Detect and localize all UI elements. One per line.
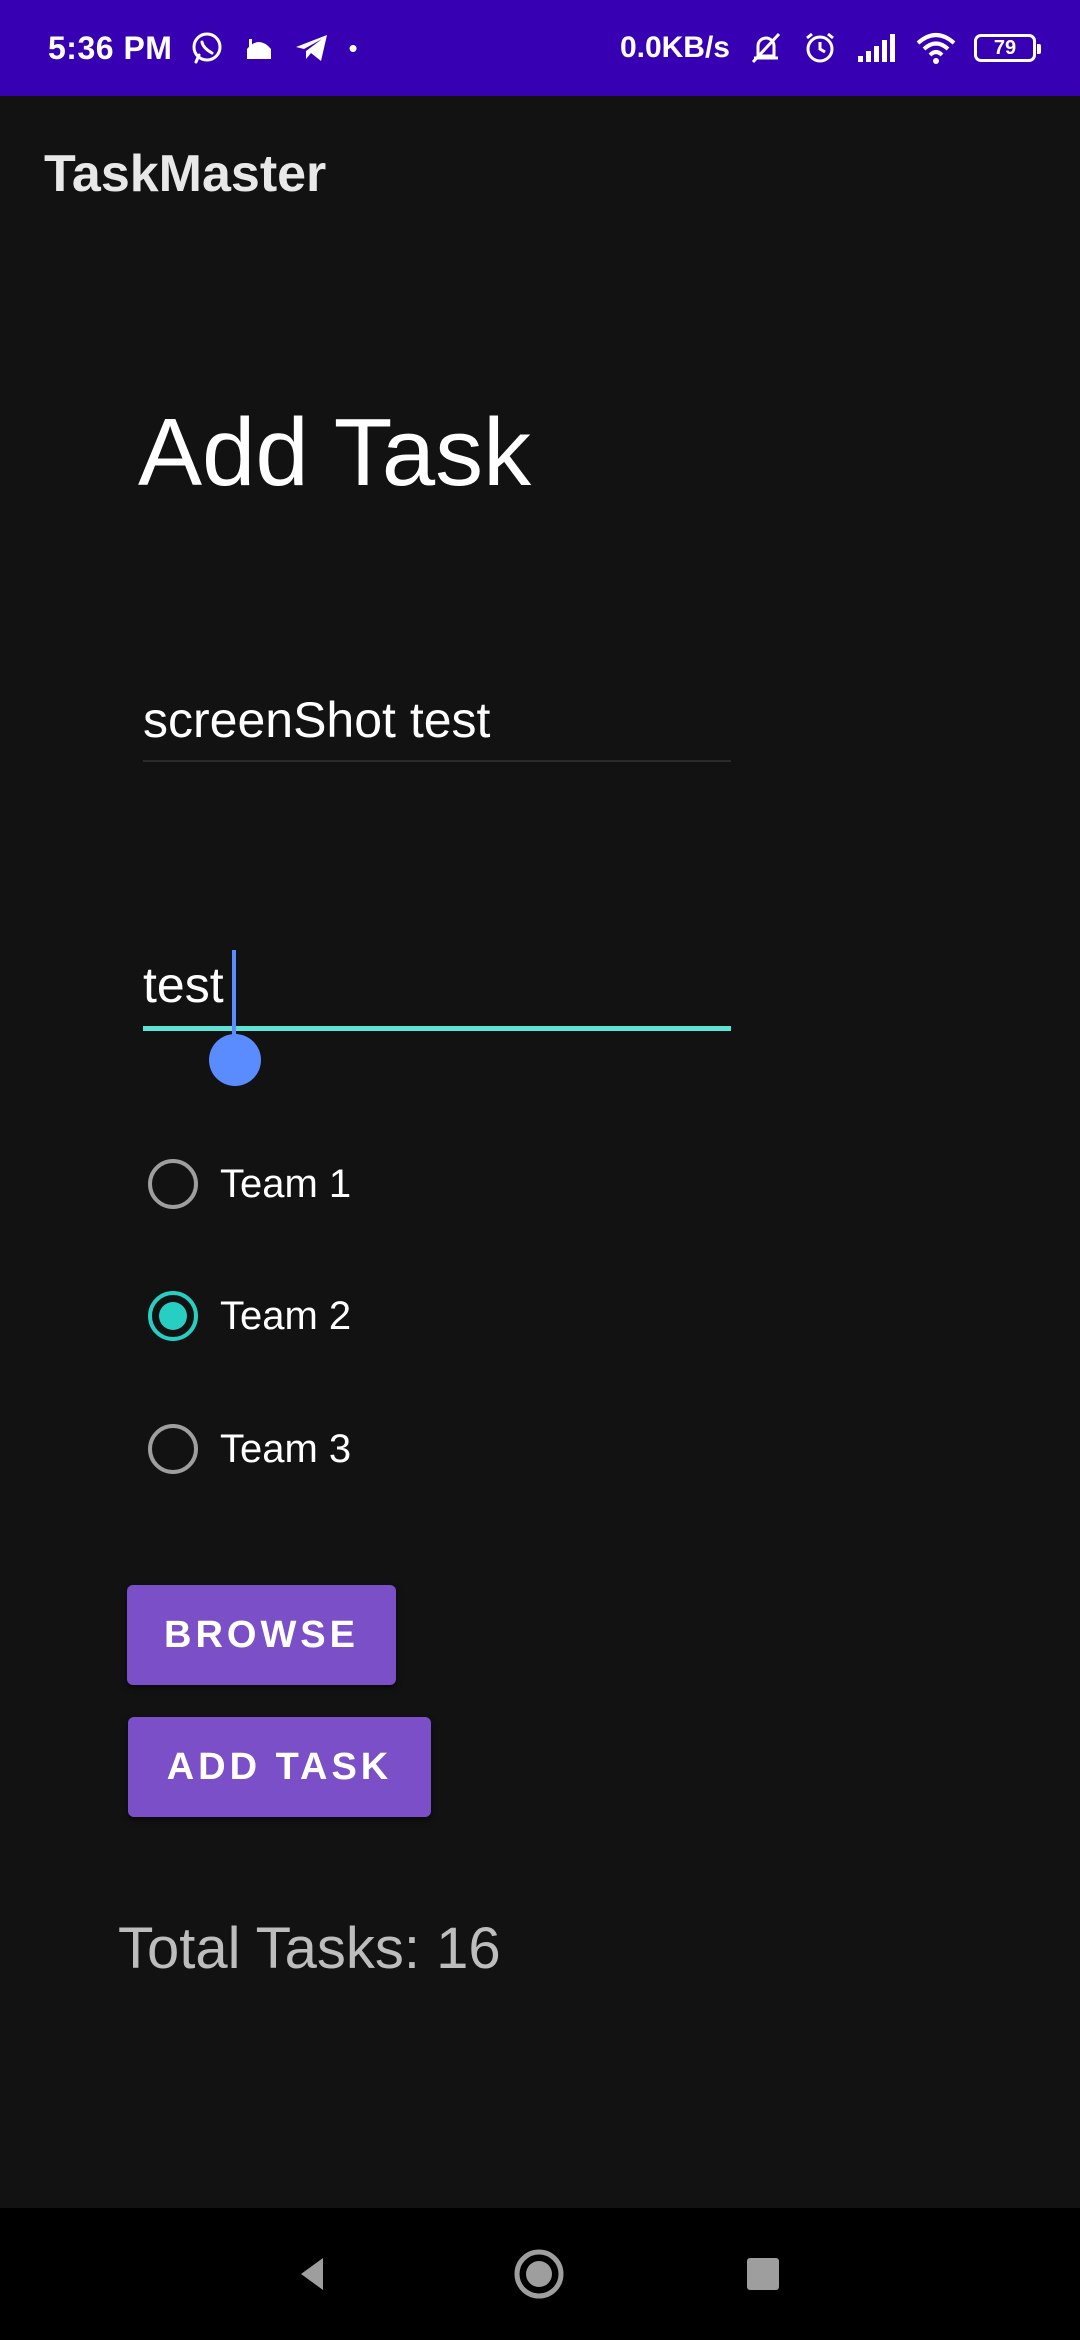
- status-time: 5:36 PM: [48, 29, 173, 66]
- team-2-label[interactable]: Team 2: [220, 1294, 351, 1339]
- more-dot-icon: •: [348, 32, 358, 63]
- status-right: 0.0KB/s 79: [619, 0, 1041, 96]
- battery-level: 79: [993, 36, 1017, 59]
- cursor-handle[interactable]: [209, 1034, 261, 1086]
- team-3-label[interactable]: Team 3: [220, 1427, 351, 1472]
- total-tasks-label: Total Tasks: 16: [118, 1916, 501, 1981]
- battery-icon: 79: [974, 34, 1041, 62]
- status-left: 5:36 PM •: [48, 0, 358, 96]
- team-1-radio[interactable]: Team 1: [148, 1156, 351, 1212]
- team-1-label[interactable]: Team 1: [220, 1162, 351, 1207]
- task-title-input[interactable]: screenShot test: [143, 690, 731, 750]
- app-title: TaskMaster: [44, 145, 327, 203]
- recents-icon[interactable]: [703, 2208, 823, 2340]
- wifi-icon: [916, 31, 956, 65]
- team-3-radio[interactable]: Team 3: [148, 1421, 351, 1477]
- muted-bell-icon: [748, 30, 784, 66]
- team-2-radio[interactable]: Team 2: [148, 1288, 351, 1344]
- net-speed: 0.0KB/s: [619, 31, 730, 64]
- radio-unchecked-icon[interactable]: [148, 1424, 198, 1474]
- alarm-icon: [802, 30, 838, 66]
- radio-checked-icon[interactable]: [148, 1291, 198, 1341]
- whatsapp-icon: [190, 31, 224, 65]
- back-icon[interactable]: [253, 2208, 373, 2340]
- browse-button[interactable]: BROWSE: [127, 1585, 396, 1685]
- home-icon[interactable]: [479, 2208, 599, 2340]
- page-title: Add Task: [138, 399, 532, 506]
- task-title-field[interactable]: screenShot test: [143, 690, 731, 762]
- signal-icon: [856, 32, 898, 64]
- navigation-bar: [0, 2208, 1080, 2340]
- screen: 5:36 PM • 0.0KB/s 79 TaskMaster Add Task…: [0, 0, 1080, 2340]
- add-task-button[interactable]: ADD TASK: [128, 1717, 431, 1817]
- text-cursor: [232, 950, 236, 1040]
- radio-unchecked-icon[interactable]: [148, 1159, 198, 1209]
- task-title-underline: [143, 760, 731, 762]
- status-bar: 5:36 PM • 0.0KB/s 79: [0, 0, 1080, 96]
- app-bar: TaskMaster: [0, 96, 1080, 256]
- telegram-icon: [294, 31, 330, 65]
- mosque-notification-icon: [242, 31, 276, 65]
